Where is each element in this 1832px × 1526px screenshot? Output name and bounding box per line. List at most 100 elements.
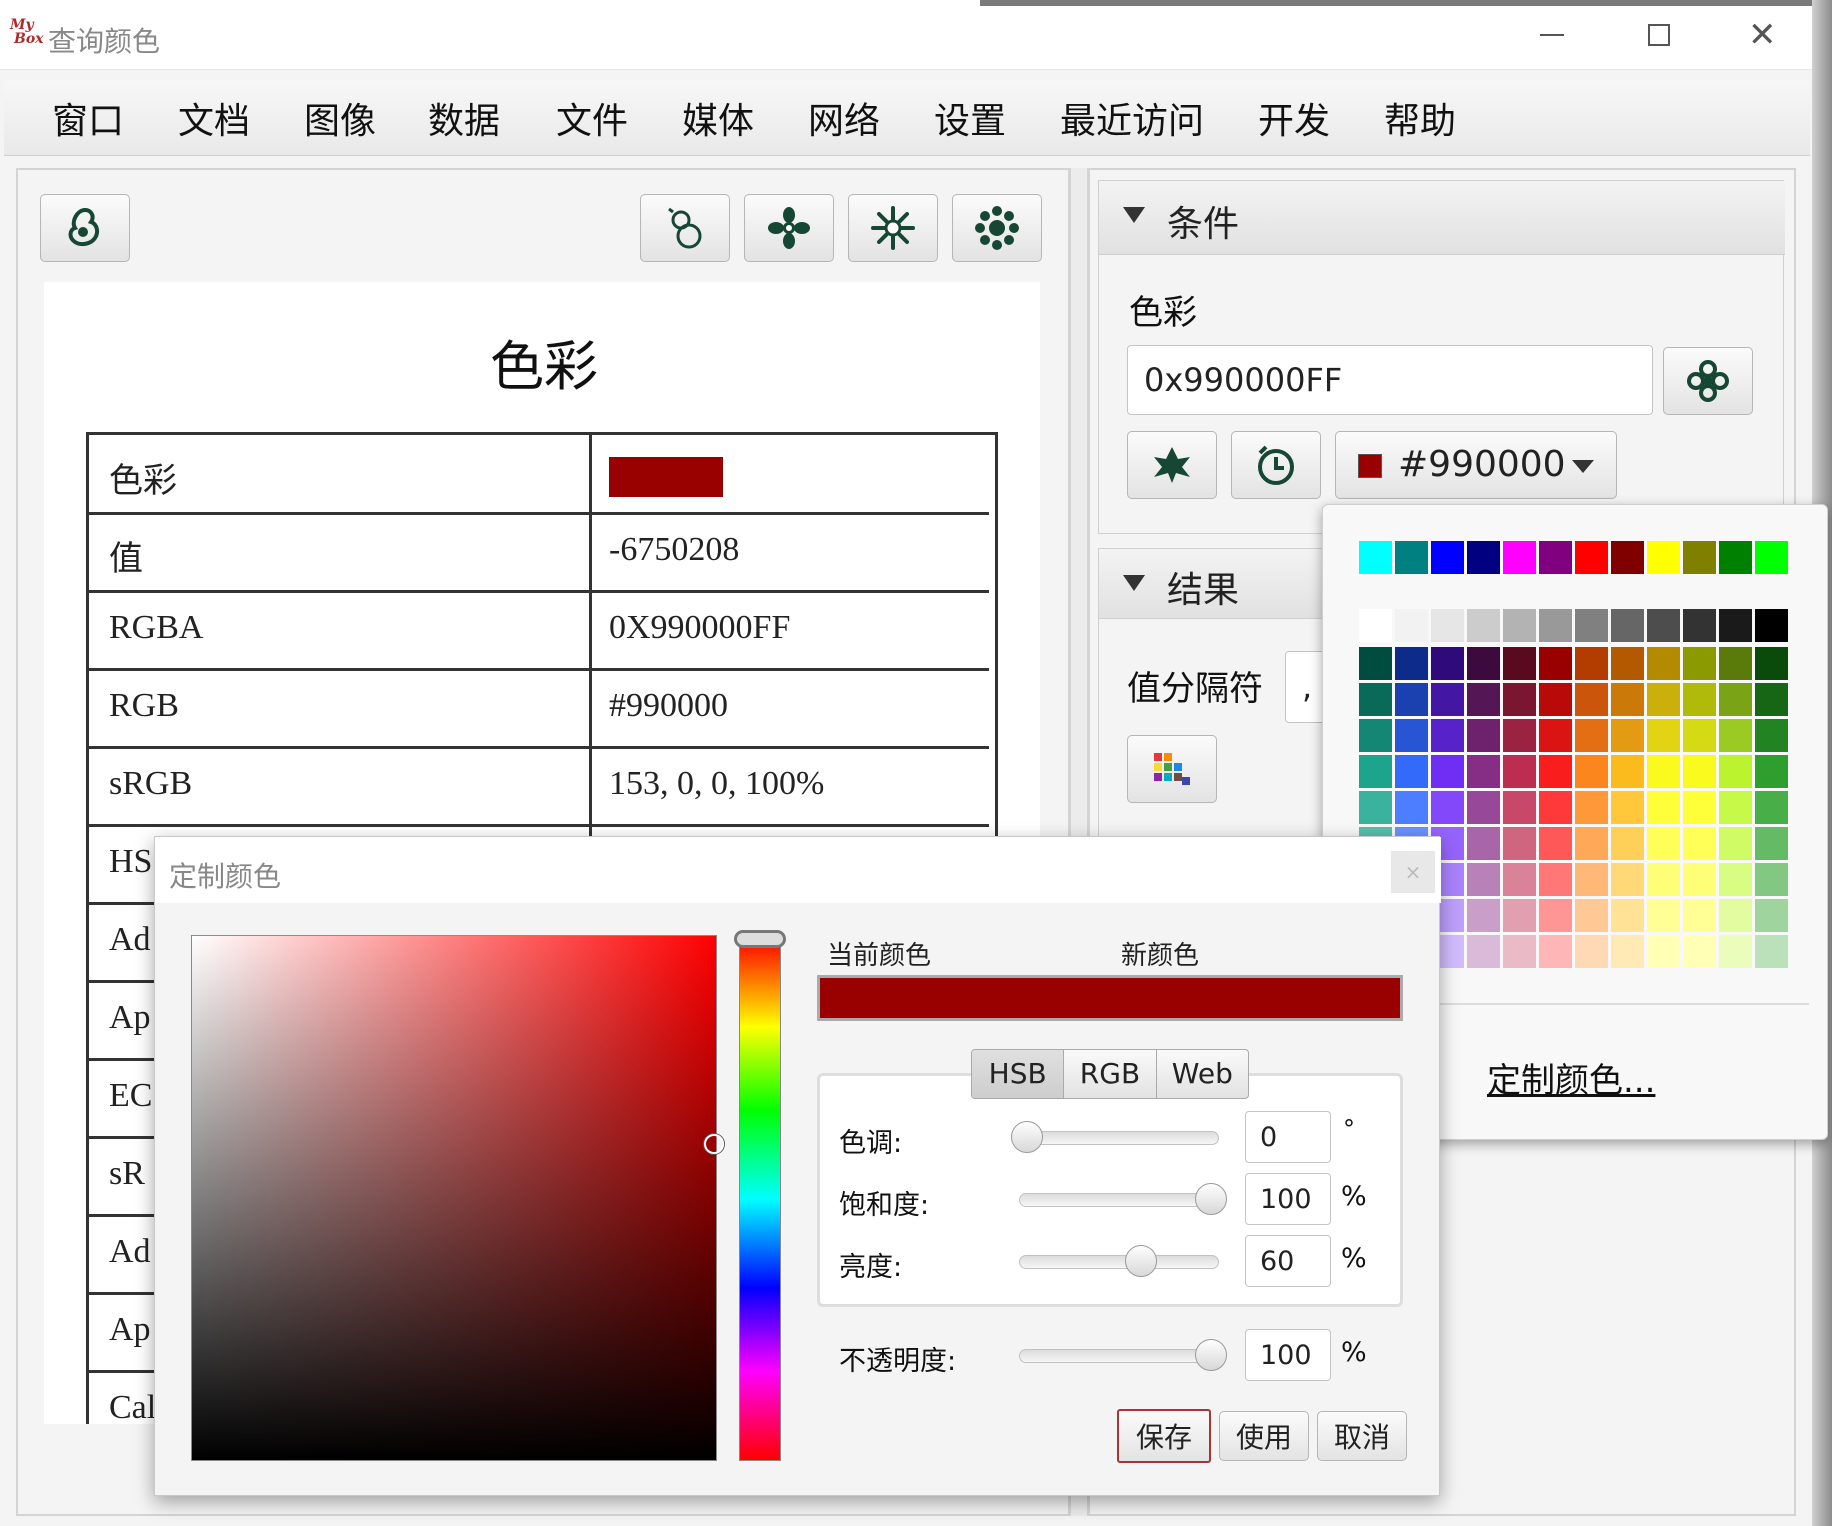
- palette-swatch[interactable]: [1575, 683, 1608, 716]
- palette-swatch[interactable]: [1575, 609, 1608, 642]
- tab-hsb[interactable]: HSB: [972, 1050, 1065, 1098]
- tab-rgb[interactable]: RGB: [1064, 1050, 1157, 1098]
- palette-swatch[interactable]: [1575, 541, 1608, 574]
- palette-swatch[interactable]: [1395, 609, 1428, 642]
- palette-swatch[interactable]: [1467, 683, 1500, 716]
- palette-swatch[interactable]: [1395, 719, 1428, 752]
- saturation-knob[interactable]: [1195, 1183, 1227, 1215]
- palette-swatch[interactable]: [1611, 719, 1644, 752]
- close-window-button[interactable]: ✕: [1748, 18, 1777, 52]
- palette-swatch[interactable]: [1611, 791, 1644, 824]
- opacity-knob[interactable]: [1195, 1339, 1227, 1371]
- menu-document[interactable]: 文档: [178, 92, 250, 144]
- cancel-button[interactable]: 取消: [1317, 1411, 1407, 1461]
- palette-swatch[interactable]: [1611, 935, 1644, 968]
- palette-swatch[interactable]: [1683, 609, 1716, 642]
- sb-cursor[interactable]: [704, 1134, 724, 1154]
- palette-swatch[interactable]: [1395, 541, 1428, 574]
- hue-handle[interactable]: [734, 930, 786, 948]
- palette-swatch[interactable]: [1647, 647, 1680, 680]
- color-value-input[interactable]: 0x990000FF: [1127, 345, 1653, 415]
- palette-swatch[interactable]: [1395, 755, 1428, 788]
- palette-swatch[interactable]: [1431, 609, 1464, 642]
- save-as-button[interactable]: [848, 194, 938, 262]
- palette-swatch[interactable]: [1755, 899, 1788, 932]
- opacity-track[interactable]: [1019, 1349, 1219, 1363]
- menu-image[interactable]: 图像: [304, 92, 376, 144]
- palette-swatch[interactable]: [1683, 719, 1716, 752]
- palette-swatch[interactable]: [1575, 647, 1608, 680]
- history-button[interactable]: [1231, 431, 1321, 499]
- palette-swatch[interactable]: [1431, 647, 1464, 680]
- palette-swatch[interactable]: [1467, 647, 1500, 680]
- saturation-input[interactable]: 100: [1245, 1173, 1331, 1225]
- palette-swatch[interactable]: [1611, 899, 1644, 932]
- maximize-button[interactable]: [1648, 24, 1670, 46]
- palette-swatch[interactable]: [1359, 647, 1392, 680]
- palette-swatch[interactable]: [1611, 541, 1644, 574]
- palette-swatch[interactable]: [1647, 935, 1680, 968]
- palette-swatch[interactable]: [1647, 541, 1680, 574]
- palette-swatch[interactable]: [1503, 827, 1536, 860]
- palette-swatch[interactable]: [1611, 609, 1644, 642]
- palette-swatch[interactable]: [1719, 683, 1752, 716]
- palette-swatch[interactable]: [1467, 863, 1500, 896]
- palette-swatch[interactable]: [1431, 791, 1464, 824]
- palette-swatch[interactable]: [1647, 683, 1680, 716]
- palette-swatch[interactable]: [1683, 755, 1716, 788]
- palette-swatch[interactable]: [1503, 719, 1536, 752]
- conditions-header[interactable]: 条件: [1099, 181, 1785, 255]
- palette-swatch[interactable]: [1503, 791, 1536, 824]
- brightness-track[interactable]: [1019, 1255, 1219, 1269]
- palette-swatch[interactable]: [1539, 683, 1572, 716]
- palette-swatch[interactable]: [1611, 683, 1644, 716]
- hue-knob[interactable]: [1011, 1121, 1043, 1153]
- palette-swatch[interactable]: [1647, 791, 1680, 824]
- palette-swatch[interactable]: [1575, 827, 1608, 860]
- palette-swatch[interactable]: [1467, 541, 1500, 574]
- palette-swatch[interactable]: [1683, 541, 1716, 574]
- palette-swatch[interactable]: [1611, 863, 1644, 896]
- print-button[interactable]: [744, 194, 834, 262]
- menu-file[interactable]: 文件: [556, 92, 628, 144]
- palette-swatch[interactable]: [1719, 541, 1752, 574]
- palette-swatch[interactable]: [1503, 541, 1536, 574]
- palette-swatch[interactable]: [1539, 863, 1572, 896]
- dialog-close-button[interactable]: ×: [1391, 851, 1435, 893]
- palette-swatch[interactable]: [1359, 719, 1392, 752]
- use-button[interactable]: 使用: [1219, 1411, 1309, 1461]
- palette-swatch[interactable]: [1755, 647, 1788, 680]
- palette-swatch[interactable]: [1539, 647, 1572, 680]
- palette-swatch[interactable]: [1683, 647, 1716, 680]
- menu-window[interactable]: 窗口: [52, 92, 124, 144]
- palette-swatch[interactable]: [1467, 935, 1500, 968]
- palette-swatch[interactable]: [1575, 755, 1608, 788]
- color-picker-dropdown[interactable]: #990000: [1335, 431, 1617, 499]
- palette-swatch[interactable]: [1467, 719, 1500, 752]
- saturation-track[interactable]: [1019, 1193, 1219, 1207]
- menu-network[interactable]: 网络: [808, 92, 880, 144]
- palette-swatch[interactable]: [1719, 827, 1752, 860]
- palette-swatch[interactable]: [1755, 863, 1788, 896]
- palette-swatch[interactable]: [1719, 863, 1752, 896]
- palette-swatch[interactable]: [1575, 899, 1608, 932]
- saturation-brightness-area[interactable]: [191, 935, 724, 1461]
- palette-swatch[interactable]: [1611, 827, 1644, 860]
- palette-swatch[interactable]: [1683, 899, 1716, 932]
- palette-swatch[interactable]: [1539, 899, 1572, 932]
- palette-swatch[interactable]: [1431, 683, 1464, 716]
- palette-swatch[interactable]: [1719, 609, 1752, 642]
- menu-settings[interactable]: 设置: [934, 92, 1006, 144]
- palette-swatch[interactable]: [1647, 755, 1680, 788]
- palette-swatch[interactable]: [1575, 791, 1608, 824]
- palette-swatch[interactable]: [1719, 755, 1752, 788]
- palette-swatch[interactable]: [1755, 935, 1788, 968]
- palette-swatch[interactable]: [1503, 609, 1536, 642]
- tab-web[interactable]: Web: [1157, 1050, 1248, 1098]
- palette-swatch[interactable]: [1683, 827, 1716, 860]
- minimize-button[interactable]: [1540, 34, 1564, 36]
- palette-swatch[interactable]: [1431, 719, 1464, 752]
- palette-swatch[interactable]: [1719, 791, 1752, 824]
- palette-swatch[interactable]: [1647, 899, 1680, 932]
- menu-recent[interactable]: 最近访问: [1060, 92, 1204, 144]
